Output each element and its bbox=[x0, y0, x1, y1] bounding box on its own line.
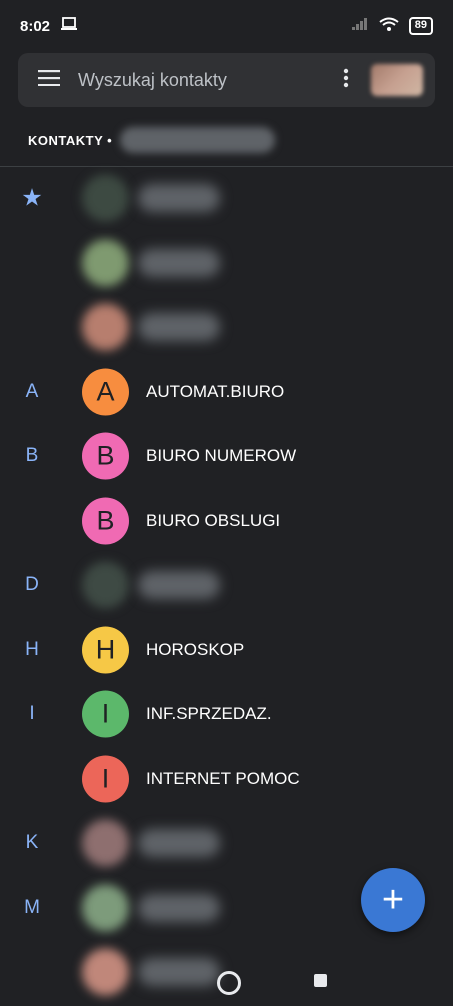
status-right: 89 bbox=[351, 17, 433, 35]
contact-avatar: A bbox=[82, 368, 129, 416]
contact-name-redacted bbox=[138, 184, 220, 213]
contact-row[interactable]: I I INF.SPRZEDAZ. bbox=[0, 682, 453, 747]
contact-name-redacted bbox=[138, 829, 220, 858]
contact-avatar bbox=[82, 561, 129, 609]
section-letter: D bbox=[25, 574, 39, 596]
contact-avatar: I bbox=[82, 690, 129, 738]
contact-row[interactable]: K bbox=[0, 811, 453, 876]
contact-row[interactable] bbox=[0, 295, 453, 360]
section-letter: K bbox=[25, 832, 39, 854]
search-input[interactable]: Wyszukaj kontakty bbox=[78, 70, 343, 91]
section-letter: H bbox=[25, 638, 39, 660]
account-label: KONTAKTY • bbox=[28, 132, 113, 148]
contact-row[interactable] bbox=[0, 231, 453, 296]
contact-row[interactable]: B B BIURO NUMEROW bbox=[0, 424, 453, 489]
contact-name-redacted bbox=[138, 248, 220, 277]
contact-avatar bbox=[82, 239, 129, 287]
clock: 8:02 bbox=[20, 17, 51, 35]
section-letter: A bbox=[25, 380, 39, 402]
contact-name: INTERNET POMOC bbox=[146, 768, 300, 788]
section-letter: I bbox=[29, 703, 35, 725]
contact-avatar bbox=[82, 819, 129, 867]
contact-name: INF.SPRZEDAZ. bbox=[146, 704, 272, 724]
add-icon: + bbox=[381, 878, 405, 921]
contact-avatar bbox=[82, 174, 129, 222]
contact-row[interactable]: B BIURO OBSLUGI bbox=[0, 489, 453, 554]
signal-icon bbox=[351, 17, 369, 35]
contact-name-redacted bbox=[138, 313, 220, 342]
contact-row[interactable]: I INTERNET POMOC bbox=[0, 747, 453, 812]
contact-row[interactable]: A A AUTOMAT.BIURO bbox=[0, 360, 453, 425]
contact-row[interactable]: ★ bbox=[0, 166, 453, 231]
section-letter: B bbox=[25, 445, 39, 467]
contact-avatar bbox=[82, 884, 129, 932]
status-left: 8:02 bbox=[20, 17, 78, 35]
contact-name-redacted bbox=[138, 893, 220, 922]
contact-name: BIURO OBSLUGI bbox=[146, 510, 281, 530]
menu-icon[interactable] bbox=[38, 69, 60, 91]
nav-bar bbox=[0, 954, 453, 1006]
contact-avatar bbox=[82, 303, 129, 351]
account-email-redacted bbox=[120, 127, 276, 153]
more-vert-icon[interactable] bbox=[343, 68, 349, 93]
wifi-icon bbox=[379, 17, 399, 35]
laptop-icon bbox=[60, 17, 78, 35]
account-selector[interactable]: KONTAKTY • bbox=[28, 125, 276, 155]
contact-name: AUTOMAT.BIURO bbox=[146, 381, 285, 401]
contact-avatar: B bbox=[82, 497, 129, 545]
favorites-star-icon: ★ bbox=[21, 184, 43, 212]
contact-avatar: H bbox=[82, 626, 129, 674]
contact-avatar: I bbox=[82, 755, 129, 803]
recents-button[interactable] bbox=[314, 974, 327, 987]
contact-row[interactable]: D bbox=[0, 553, 453, 618]
contact-name-redacted bbox=[138, 571, 220, 600]
search-bar[interactable]: Wyszukaj kontakty bbox=[18, 53, 435, 107]
account-avatar[interactable] bbox=[371, 64, 423, 96]
home-button[interactable] bbox=[217, 971, 241, 995]
contact-row[interactable]: H H HOROSKOP bbox=[0, 618, 453, 683]
status-bar: 8:02 89 bbox=[0, 0, 453, 52]
add-contact-button[interactable]: + bbox=[361, 868, 425, 932]
contact-avatar: B bbox=[82, 432, 129, 480]
contact-name: BIURO NUMEROW bbox=[146, 446, 297, 466]
section-letter: M bbox=[24, 896, 40, 918]
battery-icon: 89 bbox=[408, 17, 433, 35]
contact-name: HOROSKOP bbox=[146, 639, 245, 659]
